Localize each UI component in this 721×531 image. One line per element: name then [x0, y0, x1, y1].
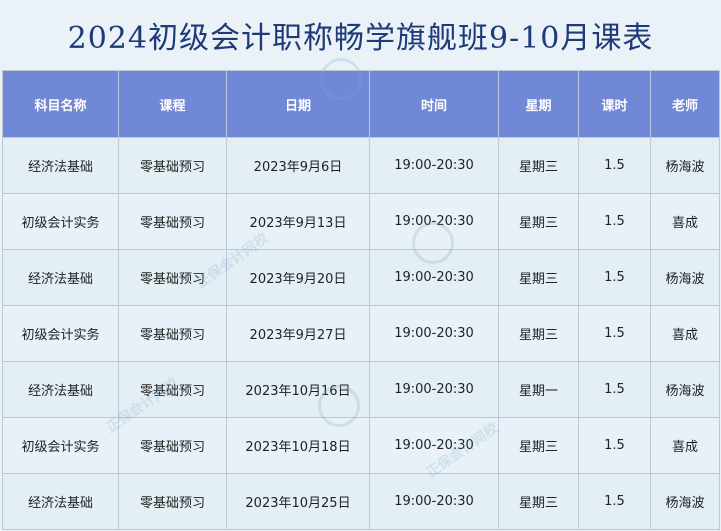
table-row: 初级会计实务 零基础预习 2023年9月13日 19:00-20:30 星期三 1.5 喜成: [2, 193, 720, 250]
course-cell: 零基础预习: [118, 417, 227, 474]
header-weekday: 星期: [498, 70, 579, 138]
table-row: 经济法基础 零基础预习 2023年10月25日 19:00-20:30 星期三 1.5 杨海…: [2, 473, 720, 530]
date-cell: 2023年9月20日: [226, 249, 370, 306]
hours-cell: 1.5: [578, 193, 651, 250]
time-cell: 19:00-20:30: [369, 361, 499, 418]
weekday-cell: 星期三: [498, 473, 579, 530]
teacher-cell: 杨海波: [650, 137, 720, 194]
subject-cell: 经济法基础: [2, 137, 119, 194]
header-course: 课程: [118, 70, 227, 138]
subject-cell: 经济法基础: [2, 473, 119, 530]
weekday-cell: 星期一: [498, 361, 579, 418]
weekday-cell: 星期三: [498, 193, 579, 250]
hours-cell: 1.5: [578, 473, 651, 530]
hours-cell: 1.5: [578, 137, 651, 194]
weekday-cell: 星期三: [498, 417, 579, 474]
hours-cell: 1.5: [578, 361, 651, 418]
time-cell: 19:00-20:30: [369, 137, 499, 194]
course-cell: 零基础预习: [118, 193, 227, 250]
course-cell: 零基础预习: [118, 361, 227, 418]
hours-cell: 1.5: [578, 417, 651, 474]
hours-cell: 1.5: [578, 305, 651, 362]
date-cell: 2023年9月27日: [226, 305, 370, 362]
teacher-cell: 喜成: [650, 193, 720, 250]
table-row: 初级会计实务 零基础预习 2023年10月18日 19:00-20:30 星期三 1.5 喜…: [2, 417, 720, 474]
date-cell: 2023年9月6日: [226, 137, 370, 194]
header-teacher: 老师: [650, 70, 720, 138]
subject-cell: 初级会计实务: [2, 193, 119, 250]
date-cell: 2023年10月25日: [226, 473, 370, 530]
schedule-table: 科目名称 课程 日期 时间 星期 课时 老师 经济法基础 零基础预习 2023年9月…: [2, 70, 720, 530]
weekday-cell: 星期三: [498, 137, 579, 194]
table-row: 初级会计实务 零基础预习 2023年9月27日 19:00-20:30 星期三 1.5 喜成: [2, 305, 720, 362]
teacher-cell: 杨海波: [650, 249, 720, 306]
subject-cell: 经济法基础: [2, 249, 119, 306]
teacher-cell: 喜成: [650, 417, 720, 474]
subject-cell: 初级会计实务: [2, 417, 119, 474]
hours-cell: 1.5: [578, 249, 651, 306]
weekday-cell: 星期三: [498, 249, 579, 306]
time-cell: 19:00-20:30: [369, 305, 499, 362]
time-cell: 19:00-20:30: [369, 193, 499, 250]
table-row: 经济法基础 零基础预习 2023年10月16日 19:00-20:30 星期一 1.5 杨海…: [2, 361, 720, 418]
header-subject: 科目名称: [2, 70, 119, 138]
teacher-cell: 杨海波: [650, 361, 720, 418]
date-cell: 2023年10月16日: [226, 361, 370, 418]
subject-cell: 初级会计实务: [2, 305, 119, 362]
table-header-row: 科目名称 课程 日期 时间 星期 课时 老师: [2, 70, 720, 138]
date-cell: 2023年9月13日: [226, 193, 370, 250]
table-row: 经济法基础 零基础预习 2023年9月20日 19:00-20:30 星期三 1.5 杨海波: [2, 249, 720, 306]
time-cell: 19:00-20:30: [369, 473, 499, 530]
time-cell: 19:00-20:30: [369, 249, 499, 306]
course-cell: 零基础预习: [118, 249, 227, 306]
date-cell: 2023年10月18日: [226, 417, 370, 474]
course-cell: 零基础预习: [118, 473, 227, 530]
teacher-cell: 杨海波: [650, 473, 720, 530]
page-title: 2024初级会计职称畅学旗舰班9-10月课表: [0, 0, 721, 70]
course-cell: 零基础预习: [118, 305, 227, 362]
header-hours: 课时: [578, 70, 651, 138]
table-row: 经济法基础 零基础预习 2023年9月6日 19:00-20:30 星期三 1.5 杨海波: [2, 137, 720, 194]
weekday-cell: 星期三: [498, 305, 579, 362]
teacher-cell: 喜成: [650, 305, 720, 362]
header-date: 日期: [226, 70, 370, 138]
time-cell: 19:00-20:30: [369, 417, 499, 474]
course-cell: 零基础预习: [118, 137, 227, 194]
subject-cell: 经济法基础: [2, 361, 119, 418]
header-time: 时间: [369, 70, 499, 138]
